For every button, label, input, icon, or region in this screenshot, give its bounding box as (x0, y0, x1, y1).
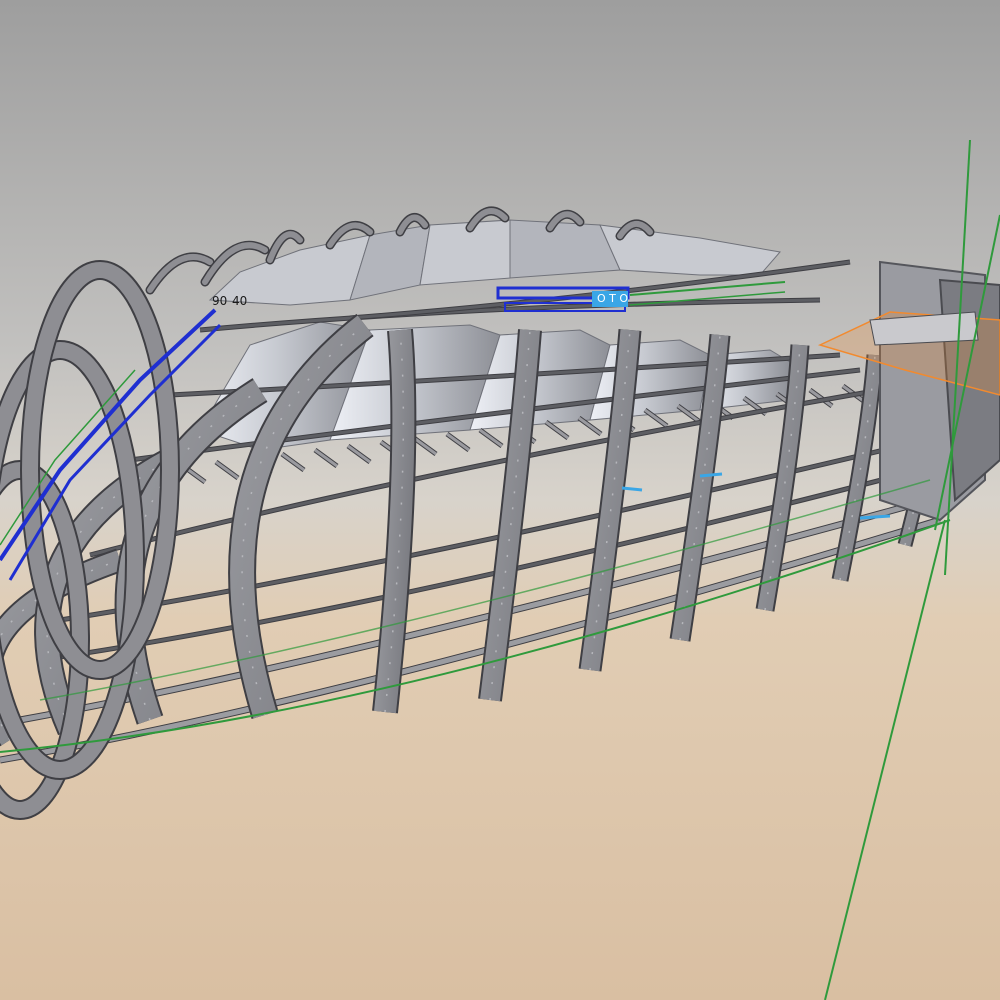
floor-marker (699, 472, 723, 478)
floor-marker (859, 514, 891, 520)
upper-skin-panel (419, 219, 511, 286)
upper-skin-panel (589, 339, 711, 421)
selection-tag: O T O (597, 292, 628, 305)
floor-marker (621, 486, 643, 492)
small-label-1: 90 (212, 294, 227, 308)
cad-3d-viewport[interactable]: 90 40 O T O (0, 0, 1000, 1000)
small-label-2: 40 (232, 294, 247, 308)
fuselage-frame-assembly[interactable]: 90 40 O T O (0, 0, 1000, 1000)
